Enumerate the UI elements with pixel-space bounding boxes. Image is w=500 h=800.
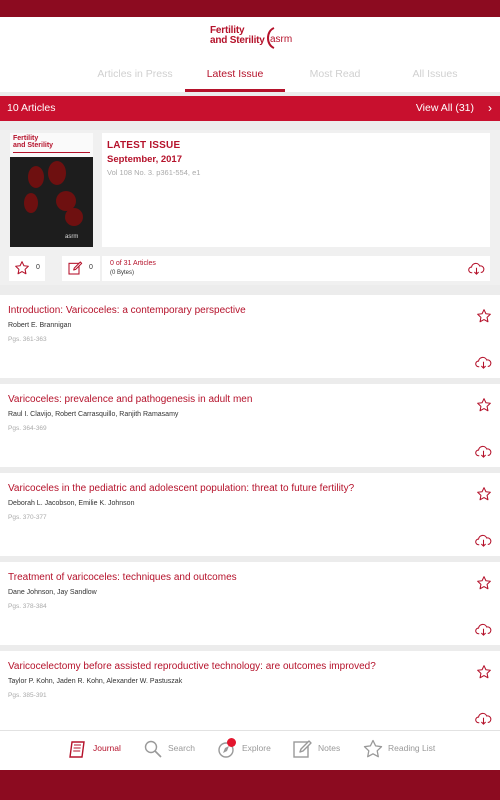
notification-badge: [227, 738, 236, 747]
nav-journal[interactable]: Journal: [67, 731, 127, 771]
journal-logo: Fertility and Sterility asrm: [210, 26, 295, 54]
article-authors: Robert E. Brannigan: [8, 322, 72, 329]
logo-title: Fertility and Sterility: [210, 26, 265, 46]
tab-latest-issue[interactable]: Latest Issue: [185, 59, 285, 92]
notes-count: 0: [89, 264, 93, 271]
article-authors: Taylor P. Kohn, Jaden R. Kohn, Alexander…: [8, 678, 183, 685]
star-icon: [15, 261, 29, 275]
cloud-download-icon[interactable]: [475, 533, 492, 548]
star-icon[interactable]: [476, 575, 492, 591]
tab-all-issues[interactable]: All Issues: [385, 59, 485, 92]
issue-tabs: Articles in Press Latest Issue Most Read…: [85, 59, 500, 92]
article-count: 10 Articles: [7, 102, 56, 114]
logo-org: asrm: [270, 34, 293, 45]
cover-art: [48, 161, 66, 185]
article-authors: Dane Johnson, Jay Sandlow: [8, 589, 97, 596]
nav-search[interactable]: Search: [143, 731, 203, 771]
article-pages: Pgs. 378-384: [8, 603, 47, 610]
latest-issue-card: Fertility and Sterility asrm LATEST ISSU…: [0, 130, 500, 285]
star-icon[interactable]: [476, 664, 492, 680]
article-pages: Pgs. 361-363: [8, 336, 47, 343]
nav-explore[interactable]: Explore: [217, 731, 277, 771]
cloud-download-icon[interactable]: [475, 622, 492, 637]
notes-icon: [293, 740, 312, 758]
article-item[interactable]: Varicoceles: prevalence and pathogenesis…: [0, 384, 500, 467]
cover-header: Fertility and Sterility: [10, 133, 93, 157]
journal-icon: [69, 741, 85, 758]
cover-title-line2: and Sterility: [13, 142, 54, 149]
issue-date: September, 2017: [107, 154, 182, 165]
issue-volume: Vol 108 No. 3. p361-554, e1: [107, 168, 201, 177]
article-title[interactable]: Treatment of varicoceles: techniques and…: [8, 572, 463, 583]
star-icon[interactable]: [476, 308, 492, 324]
issue-download-panel: 0 of 31 Articles (0 Bytes): [102, 256, 490, 281]
article-pages: Pgs. 364-369: [8, 425, 47, 432]
article-item[interactable]: Introduction: Varicoceles: a contemporar…: [0, 295, 500, 378]
search-icon: [144, 740, 162, 758]
view-all-link[interactable]: View All (31): [416, 102, 474, 114]
nav-reading-list[interactable]: Reading List: [362, 731, 442, 771]
issue-favorite-button[interactable]: 0: [9, 256, 45, 281]
article-authors: Deborah L. Jacobson, Emilie K. Johnson: [8, 500, 135, 507]
article-title[interactable]: Varicocelectomy before assisted reproduc…: [8, 661, 463, 672]
cover-art: [65, 208, 83, 226]
article-pages: Pgs. 370-377: [8, 514, 47, 521]
cloud-download-icon[interactable]: [475, 444, 492, 459]
star-icon[interactable]: [476, 397, 492, 413]
downloaded-count: 0 of 31 Articles: [110, 260, 156, 267]
cover-title: Fertility and Sterility: [13, 135, 53, 149]
article-pages: Pgs. 385-391: [8, 692, 47, 699]
nav-notes[interactable]: Notes: [292, 731, 352, 771]
article-authors: Raul I. Clavijo, Robert Carrasquillo, Ra…: [8, 411, 179, 418]
downloaded-size: (0 Bytes): [110, 270, 135, 276]
article-item[interactable]: Varicocelectomy before assisted reproduc…: [0, 651, 500, 734]
star-icon: [363, 739, 383, 758]
nav-notes-label: Notes: [318, 743, 341, 753]
article-item[interactable]: Varicoceles in the pediatric and adolesc…: [0, 473, 500, 556]
star-icon[interactable]: [476, 486, 492, 502]
cloud-download-icon[interactable]: [468, 261, 485, 276]
latest-issue-label: LATEST ISSUE: [107, 140, 181, 151]
logo-title-line2: and Sterility: [210, 35, 265, 46]
status-bar: [0, 0, 500, 17]
favorites-count: 0: [36, 264, 40, 271]
article-title[interactable]: Introduction: Varicoceles: a contemporar…: [8, 305, 463, 316]
tab-articles-in-press[interactable]: Articles in Press: [85, 59, 185, 92]
issue-info[interactable]: LATEST ISSUE September, 2017 Vol 108 No.…: [102, 133, 490, 247]
cloud-download-icon[interactable]: [475, 355, 492, 370]
bottom-navigation: Journal Search Explore Notes Reading Lis…: [0, 730, 500, 770]
issue-cover[interactable]: Fertility and Sterility asrm: [10, 133, 93, 247]
article-title[interactable]: Varicoceles: prevalence and pathogenesis…: [8, 394, 463, 405]
cover-art: [24, 193, 38, 213]
note-edit-icon: [68, 261, 83, 275]
nav-search-label: Search: [168, 743, 195, 753]
cover-title-line1: Fertility: [13, 135, 39, 142]
cover-logo: asrm: [65, 234, 79, 240]
cover-art: [28, 166, 44, 188]
chevron-right-icon[interactable]: ›: [488, 101, 492, 115]
nav-explore-label: Explore: [242, 743, 271, 753]
article-item[interactable]: Treatment of varicoceles: techniques and…: [0, 562, 500, 645]
cover-divider: [13, 152, 90, 153]
issue-actions: 0 0 0 of 31 Articles (0 Bytes): [7, 256, 490, 281]
article-title[interactable]: Varicoceles in the pediatric and adolesc…: [8, 483, 463, 494]
cloud-download-icon[interactable]: [475, 711, 492, 726]
nav-journal-label: Journal: [93, 743, 121, 753]
section-header: 10 Articles View All (31) ›: [0, 96, 500, 121]
nav-reading-list-label: Reading List: [388, 743, 436, 753]
tab-most-read[interactable]: Most Read: [285, 59, 385, 92]
app-header: Fertility and Sterility asrm Articles in…: [0, 17, 500, 92]
system-nav-bar: [0, 770, 500, 800]
issue-notes-button[interactable]: 0: [62, 256, 100, 281]
